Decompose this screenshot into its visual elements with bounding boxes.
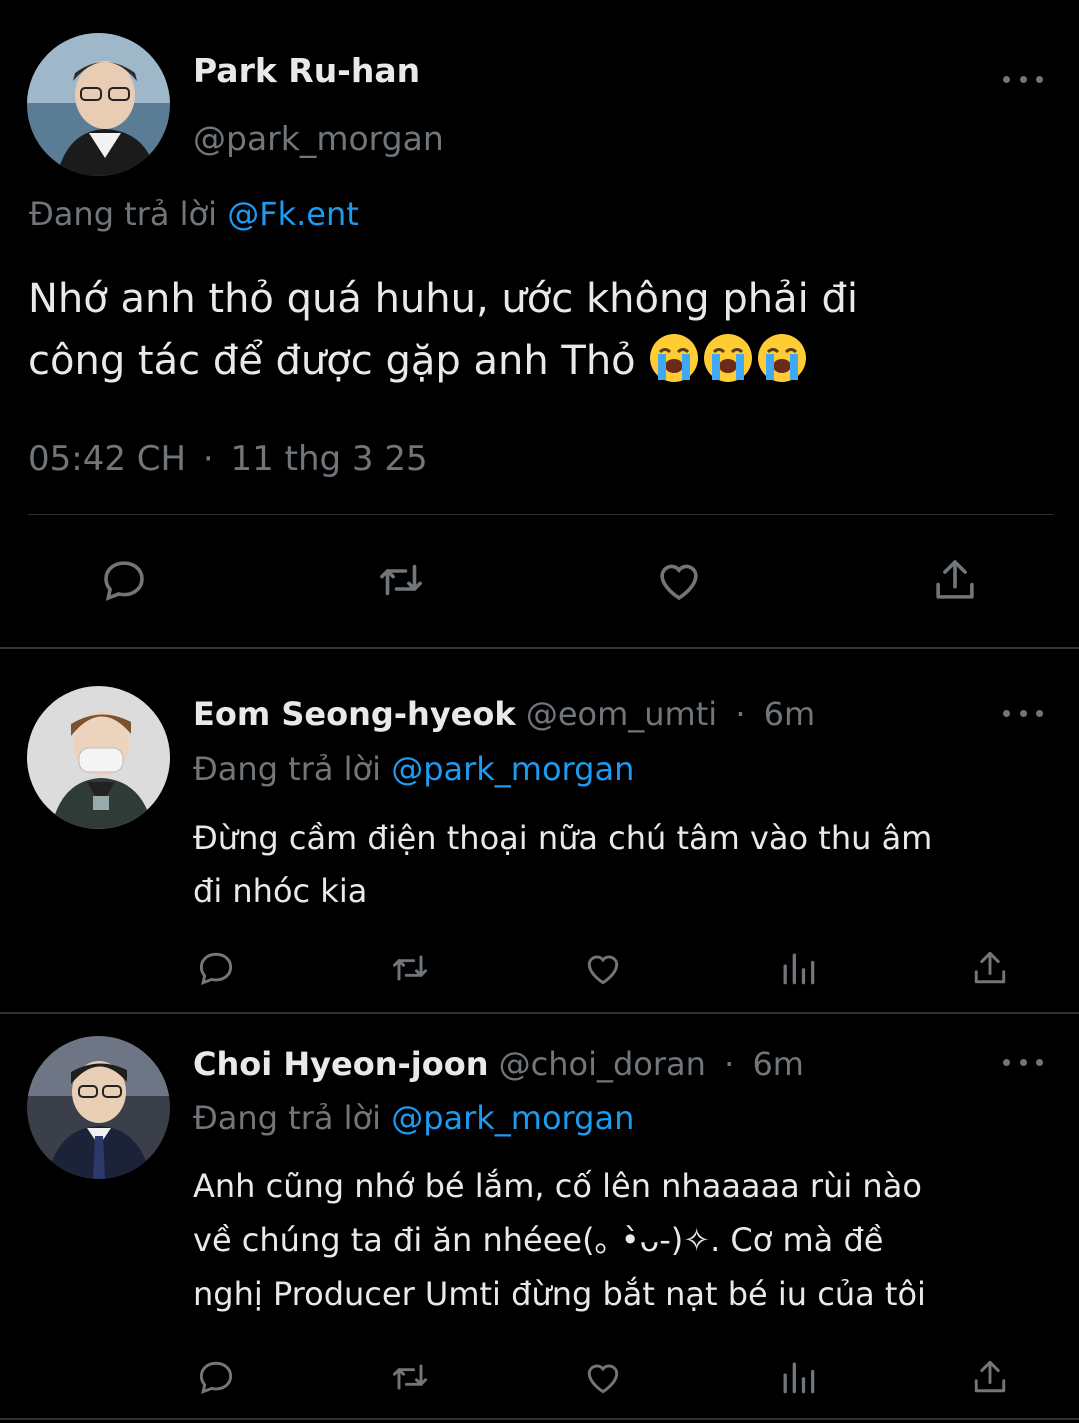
tweet-date: 11 thg 3 25 [230,439,428,479]
reply-age[interactable]: 6m [764,695,816,733]
tweet-text-line: Nhớ anh thỏ quá huhu, ước không phải đi [28,276,858,322]
author-handle[interactable]: @eom_umti [526,695,717,733]
tweet-text: Nhớ anh thỏ quá huhu, ước không phải đi … [28,268,1058,392]
author-name[interactable]: Eom Seong-hyeok [193,695,516,733]
reply-text: Anh cũng nhớ bé lắm, cố lên nhaaaaa rùi … [193,1159,1063,1321]
author-handle[interactable]: @choi_doran [499,1045,706,1083]
replying-to: Đang trả lời @park_morgan [193,748,634,790]
emoji-group [648,334,810,384]
author-name[interactable]: Choi Hyeon-joon [193,1045,488,1083]
tweet-text-line-2: công tác để được gặp anh Thỏ [28,338,636,384]
like-icon[interactable] [580,1355,626,1399]
reply-icon[interactable] [194,1355,238,1399]
more-options-icon[interactable] [1003,69,1043,89]
reply-text-line: nghị Producer Umti đừng bắt nạt bé iu củ… [193,1275,926,1313]
avatar[interactable] [27,33,170,176]
header-separator: · [724,1045,735,1083]
avatar[interactable] [27,1036,170,1179]
share-icon[interactable] [928,553,982,607]
loudly-crying-face-icon [758,334,807,382]
header-separator: · [735,695,746,733]
more-options-icon[interactable] [1003,1052,1043,1072]
retweet-icon[interactable] [372,553,430,607]
more-options-icon[interactable] [1003,703,1043,723]
reply-text-line: đi nhóc kia [193,872,368,910]
retweet-icon[interactable] [386,946,434,990]
reply-text-line: Anh cũng nhớ bé lắm, cố lên nhaaaaa rùi … [193,1167,922,1205]
reply-text-line: về chúng ta đi ăn nhéee(｡ •̀ᴗ-)✧. Cơ mà … [193,1221,884,1259]
author-name[interactable]: Park Ru-han [193,50,420,92]
views-icon[interactable] [776,1355,820,1399]
replying-to-link[interactable]: @park_morgan [391,1099,634,1137]
divider [0,647,1079,649]
reply-header: Eom Seong-hyeok @eom_umti · 6m [193,693,815,735]
tweet-time: 05:42 CH [28,439,187,479]
replying-prefix: Đang trả lời [193,750,382,788]
replying-prefix: Đang trả lời [29,195,218,233]
like-icon[interactable] [651,553,707,607]
author-handle[interactable]: @park_morgan [193,118,444,160]
reply-text-line: Đừng cầm điện thoại nữa chú tâm vào thu … [193,819,933,857]
tweet-text-line: công tác để được gặp anh Thỏ [28,330,1058,392]
timestamp-separator: · [202,439,214,479]
replying-to-link[interactable]: @Fk.ent [227,195,359,233]
divider [28,514,1053,515]
replying-to-link[interactable]: @park_morgan [391,750,634,788]
tweet-timestamp[interactable]: 05:42 CH · 11 thg 3 25 [28,438,428,480]
reply-icon[interactable] [194,946,238,990]
loudly-crying-face-icon [704,334,753,382]
divider [0,1418,1079,1420]
retweet-icon[interactable] [386,1355,434,1399]
share-icon[interactable] [968,1355,1012,1399]
views-icon[interactable] [776,946,820,990]
replying-prefix: Đang trả lời [193,1099,382,1137]
share-icon[interactable] [968,946,1012,990]
reply-text: Đừng cầm điện thoại nữa chú tâm vào thu … [193,812,1063,918]
reply-header: Choi Hyeon-joon @choi_doran · 6m [193,1043,804,1085]
like-icon[interactable] [580,946,626,990]
avatar[interactable] [27,686,170,829]
reply-icon[interactable] [97,553,151,607]
replying-to: Đang trả lời @park_morgan [193,1097,634,1139]
divider [0,1012,1079,1014]
loudly-crying-face-icon [650,334,699,382]
replying-to: Đang trả lời @Fk.ent [29,193,359,235]
reply-age[interactable]: 6m [752,1045,804,1083]
